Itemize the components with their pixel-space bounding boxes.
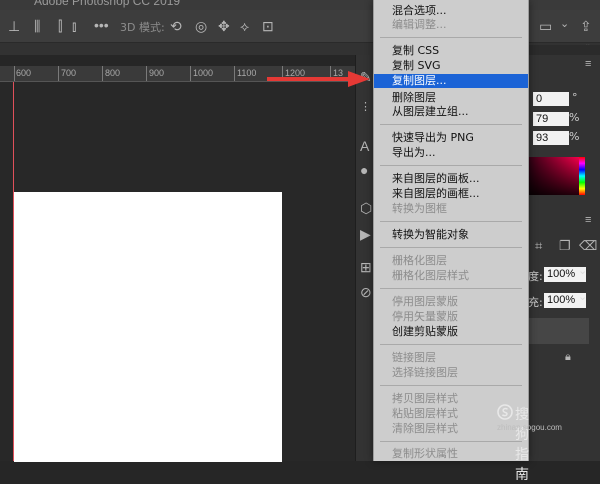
ruler-tick-label: 900 bbox=[149, 68, 165, 78]
ruler-tick-label: 1000 bbox=[193, 68, 214, 78]
properties-icon[interactable]: ✎ bbox=[360, 70, 372, 84]
share-icon[interactable]: ⇪ bbox=[580, 19, 592, 33]
opacity-label: 度: bbox=[528, 270, 543, 283]
delete-layer-icon[interactable]: ⌫ bbox=[579, 239, 597, 253]
distribute-left-icon[interactable]: ⫼ bbox=[34, 19, 40, 33]
menu-separator bbox=[380, 165, 522, 166]
menu-item-rasterize-layer[interactable]: 栅格化图层 bbox=[374, 254, 528, 268]
3d-roll-icon[interactable]: ◎ bbox=[195, 19, 207, 33]
distribute-right-icon[interactable]: ⫾ bbox=[72, 19, 76, 33]
ruler-tick bbox=[102, 66, 103, 81]
angle-field[interactable]: 0 bbox=[533, 92, 569, 106]
watermark-url: zhinan.sogou.com bbox=[497, 423, 562, 432]
ruler-tick bbox=[330, 66, 331, 81]
menu-item-link-layers[interactable]: 链接图层 bbox=[374, 351, 528, 365]
menu-separator bbox=[380, 385, 522, 386]
ruler-tick bbox=[58, 66, 59, 81]
menu-item-edit-adjustment[interactable]: 编辑调整... bbox=[374, 18, 528, 32]
3d-mode-label: 3D 模式: bbox=[120, 21, 165, 34]
horizontal-ruler: 600 700 800 900 1000 1100 1200 13 bbox=[0, 66, 355, 82]
lock-icon[interactable]: 🔒︎ bbox=[565, 350, 571, 364]
transform-icon[interactable]: ⌗ bbox=[535, 239, 542, 253]
guide-line[interactable] bbox=[13, 82, 14, 461]
new-layer-icon[interactable]: ❐ bbox=[559, 239, 571, 253]
panel-menu-icon[interactable]: ≡ bbox=[585, 57, 591, 71]
hue-slider[interactable] bbox=[579, 157, 585, 195]
menu-item-convert-to-smart-object[interactable]: 转换为智能对象 bbox=[374, 228, 528, 242]
3d-pan-icon[interactable]: ✥ bbox=[218, 19, 230, 33]
menu-item-copy-svg[interactable]: 复制 SVG bbox=[374, 59, 528, 73]
paragraph-icon[interactable]: ● bbox=[360, 163, 368, 177]
ruler-tick bbox=[234, 66, 235, 81]
menu-item-artboard-from-layers[interactable]: 来自图层的画板... bbox=[374, 172, 528, 186]
ruler-tick-label: 600 bbox=[16, 68, 32, 78]
menu-item-group-from-layers[interactable]: 从图层建立组... bbox=[374, 105, 528, 119]
3d-scale-icon[interactable]: ⊡ bbox=[262, 19, 274, 33]
menu-item-copy-css[interactable]: 复制 CSS bbox=[374, 44, 528, 58]
3d-orbit-icon[interactable]: ⟲ bbox=[170, 19, 182, 33]
panel-menu-icon[interactable]: ≡ bbox=[585, 213, 591, 227]
timeline-icon[interactable]: ▶ bbox=[360, 227, 371, 241]
menu-item-disable-vector-mask[interactable]: 停用矢量蒙版 bbox=[374, 310, 528, 324]
workspace-dropdown-icon[interactable]: ⌄ bbox=[560, 17, 569, 31]
saturation-field[interactable]: 79 bbox=[533, 112, 569, 126]
menu-item-disable-layer-mask[interactable]: 停用图层蒙版 bbox=[374, 295, 528, 309]
ruler-tick-label: 13 bbox=[333, 68, 344, 78]
watermark-text: 搜狗指南 bbox=[515, 407, 529, 483]
color-field-shade bbox=[527, 157, 582, 195]
3d-slide-icon[interactable]: ⟡ bbox=[240, 19, 249, 33]
menu-item-copy-shape-attributes[interactable]: 复制形状属性 bbox=[374, 447, 528, 461]
fill-label: 充: bbox=[528, 296, 543, 309]
menu-separator bbox=[380, 288, 522, 289]
layer-row[interactable] bbox=[527, 318, 589, 344]
menu-item-delete-layer[interactable]: 删除图层 bbox=[374, 91, 528, 105]
more-options-icon[interactable]: ••• bbox=[94, 18, 109, 32]
menu-separator bbox=[380, 344, 522, 345]
brush-icon[interactable]: ⊘ bbox=[360, 285, 372, 299]
saturation-unit: % bbox=[569, 111, 580, 124]
menu-item-rasterize-layer-style[interactable]: 栅格化图层样式 bbox=[374, 269, 528, 283]
align-bottom-icon[interactable]: ⊥ bbox=[8, 19, 20, 33]
menu-item-duplicate-layer[interactable]: 复制图层... bbox=[374, 74, 528, 88]
distribute-center-icon[interactable]: ⫿ bbox=[58, 19, 62, 33]
menu-item-blending-options[interactable]: 混合选项... bbox=[374, 4, 528, 18]
ruler-tick-label: 1100 bbox=[237, 68, 257, 78]
ruler-tick bbox=[14, 66, 15, 81]
ruler-tick bbox=[146, 66, 147, 81]
character-icon[interactable]: A bbox=[360, 139, 369, 153]
menu-separator bbox=[380, 124, 522, 125]
ruler-tick-label: 800 bbox=[105, 68, 121, 78]
3d-icon[interactable]: ⬡ bbox=[360, 201, 372, 215]
menu-item-quick-export-png[interactable]: 快速导出为 PNG bbox=[374, 131, 528, 145]
window-title: Adobe Photoshop CC 2019 bbox=[34, 0, 181, 8]
layer-context-menu: 混合选项... 编辑调整... 复制 CSS 复制 SVG 复制图层... 删除… bbox=[373, 0, 529, 461]
sogou-logo-icon bbox=[497, 404, 513, 420]
menu-item-select-linked-layers[interactable]: 选择链接图层 bbox=[374, 366, 528, 380]
menu-separator bbox=[380, 221, 522, 222]
workspace-icon[interactable]: ▭ bbox=[539, 19, 552, 33]
menu-separator bbox=[380, 247, 522, 248]
ruler-tick bbox=[282, 66, 283, 81]
menu-item-convert-to-frame[interactable]: 转换为图框 bbox=[374, 202, 528, 216]
menu-item-export-as[interactable]: 导出为... bbox=[374, 146, 528, 160]
document-canvas[interactable] bbox=[14, 192, 282, 462]
canvas-area[interactable] bbox=[0, 82, 355, 462]
chevron-down-icon[interactable]: ⌄ bbox=[578, 290, 587, 304]
menu-separator bbox=[380, 37, 522, 38]
menu-separator bbox=[380, 441, 522, 442]
ruler-tick-label: 1200 bbox=[285, 68, 306, 78]
crop-icon[interactable]: ⊞ bbox=[360, 260, 372, 274]
angle-unit: ° bbox=[572, 91, 578, 104]
ruler-tick bbox=[190, 66, 191, 81]
menu-item-create-clipping-mask[interactable]: 创建剪贴蒙版 bbox=[374, 325, 528, 339]
menu-item-frame-from-layers[interactable]: 来自图层的画框... bbox=[374, 187, 528, 201]
ruler-tick-label: 700 bbox=[61, 68, 77, 78]
brightness-unit: % bbox=[569, 130, 580, 143]
brightness-field[interactable]: 93 bbox=[533, 131, 569, 145]
adjustments-icon[interactable]: ⋮ bbox=[360, 100, 371, 114]
chevron-down-icon[interactable]: ⌄ bbox=[578, 264, 587, 278]
